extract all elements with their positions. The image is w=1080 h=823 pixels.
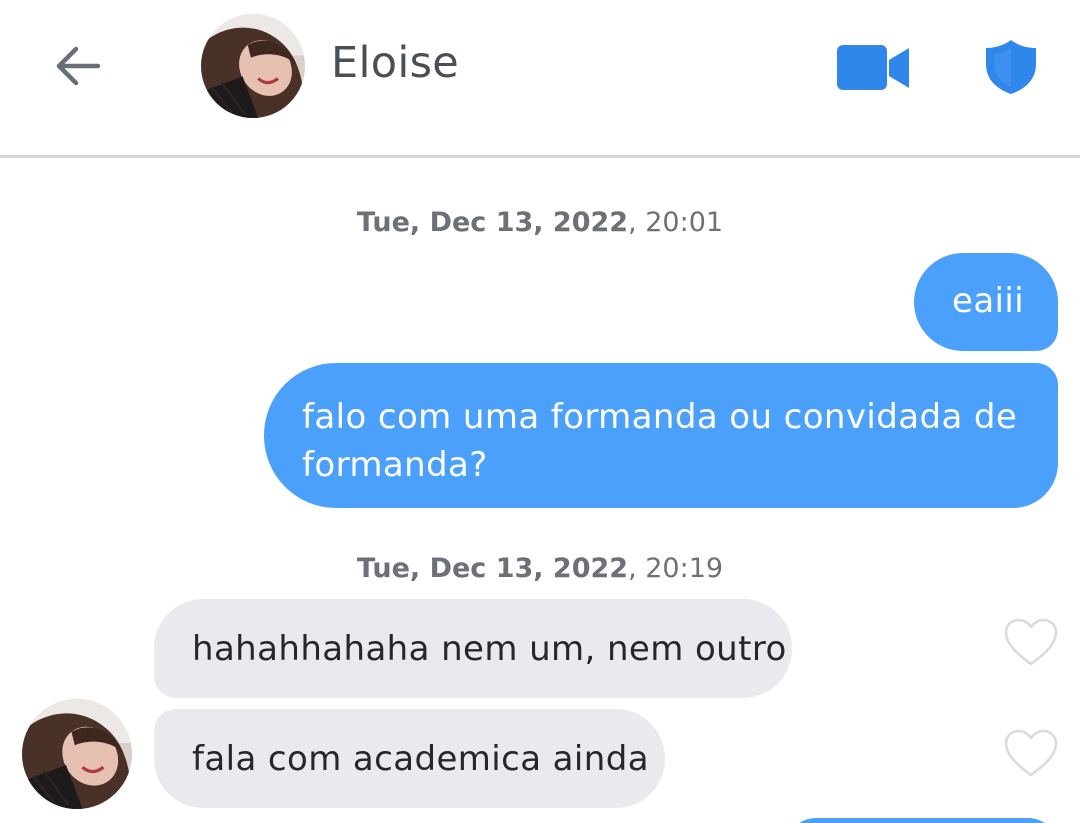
video-camera-icon <box>837 45 909 90</box>
avatar-photo <box>22 699 132 809</box>
sent-message-bubble[interactable]: eaiii <box>914 253 1058 351</box>
timestamp-date: Tue, Dec 13, 2022 <box>356 207 629 238</box>
timestamp-separator: , <box>628 207 646 238</box>
contact-avatar[interactable] <box>201 14 305 118</box>
received-message-bubble[interactable]: hahahhahaha nem um, nem outro <box>154 599 792 698</box>
contact-avatar-small[interactable] <box>22 699 132 809</box>
timestamp-separator: , <box>628 553 646 584</box>
like-button[interactable] <box>1003 617 1059 669</box>
timestamp-time: 20:01 <box>645 207 724 238</box>
timestamp-time: 20:19 <box>645 553 724 584</box>
chat-screen: Eloise Tue, Dec 13, 2022, 20:01 eaiii fa… <box>0 0 1080 823</box>
shield-icon <box>986 40 1036 94</box>
safety-shield-button[interactable] <box>983 38 1039 96</box>
sent-message-bubble[interactable]: falo com uma formanda ou convidada de fo… <box>264 363 1058 508</box>
sent-message-bubble-partial[interactable] <box>786 818 1058 823</box>
like-button[interactable] <box>1003 728 1059 780</box>
message-timestamp: Tue, Dec 13, 2022, 20:19 <box>0 553 1080 584</box>
avatar-photo <box>201 14 305 118</box>
heart-outline-icon <box>1004 618 1058 666</box>
received-message-bubble[interactable]: fala com academica ainda <box>154 709 665 808</box>
arrow-left-icon <box>56 46 101 86</box>
timestamp-date: Tue, Dec 13, 2022 <box>356 553 629 584</box>
back-button[interactable] <box>48 40 106 92</box>
contact-name[interactable]: Eloise <box>331 38 459 88</box>
message-timestamp: Tue, Dec 13, 2022, 20:01 <box>0 207 1080 238</box>
video-call-button[interactable] <box>835 42 913 94</box>
heart-outline-icon <box>1004 729 1058 777</box>
chat-header: Eloise <box>0 0 1080 158</box>
